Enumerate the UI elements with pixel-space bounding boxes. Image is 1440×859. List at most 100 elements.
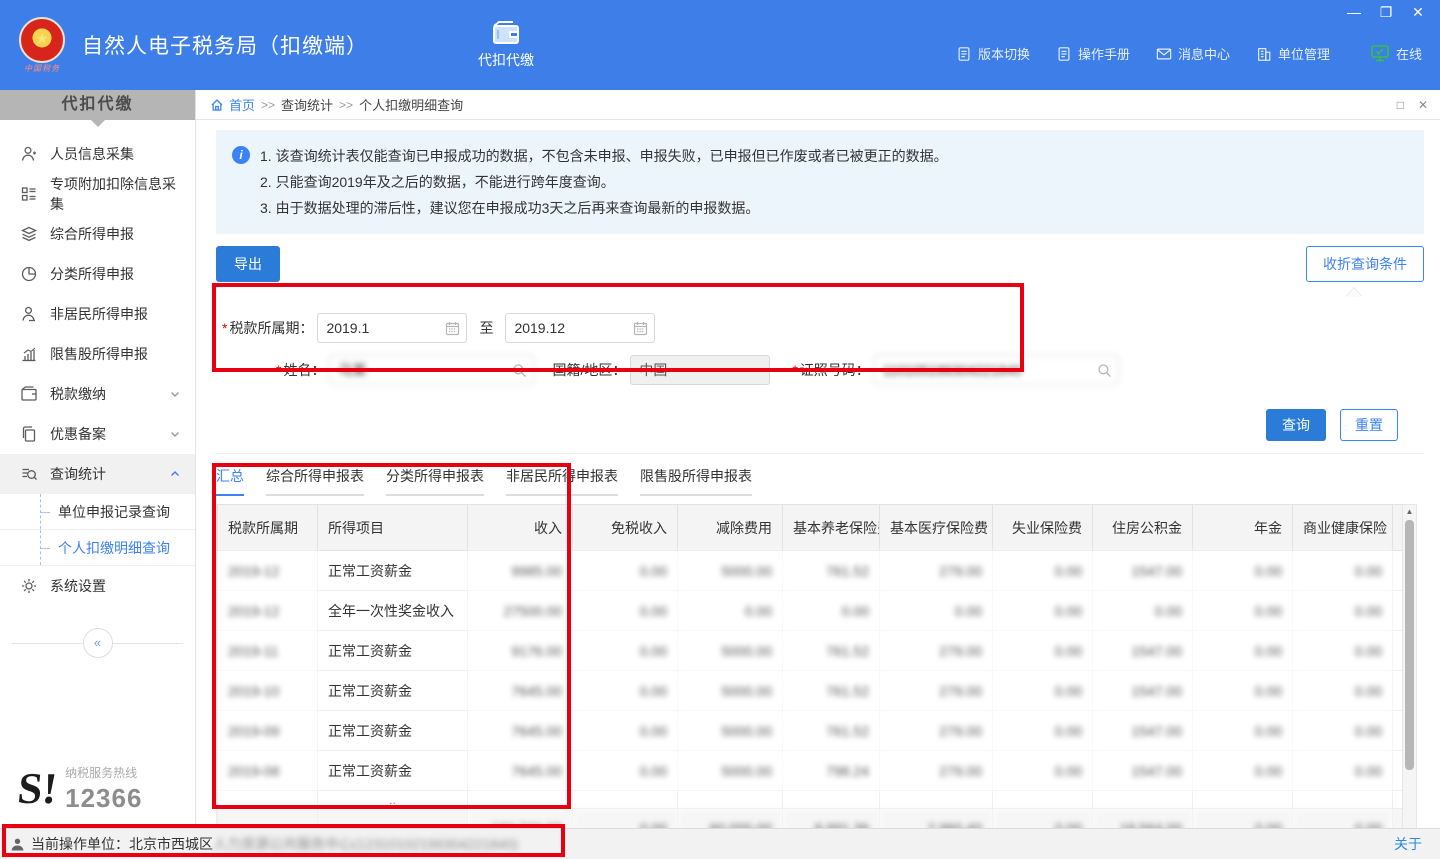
monitor-check-icon bbox=[1371, 45, 1389, 62]
person-icon bbox=[20, 145, 38, 163]
document-icon bbox=[1056, 46, 1072, 62]
hotline-label: 纳税服务热线 bbox=[65, 764, 142, 781]
cell-value-6: 1547.00 bbox=[1093, 751, 1193, 791]
top-menu-item-3[interactable]: 单位管理 bbox=[1256, 44, 1330, 63]
collapse-caret bbox=[1346, 280, 1362, 297]
cell-value-1: 0.00 bbox=[573, 591, 678, 631]
notice-box: i 1. 该查询统计表仅能查询已申报成功的数据，不包含未申报、申报失败，已申报但… bbox=[216, 130, 1424, 234]
cell-value-4: 279.00 bbox=[880, 751, 993, 791]
period-start-input[interactable] bbox=[317, 313, 467, 343]
cell-value-3: 761.52 bbox=[783, 631, 880, 671]
id-number-input[interactable] bbox=[874, 355, 1119, 385]
sidebar-subitem-1[interactable]: 个人扣缴明细查询 bbox=[0, 530, 195, 566]
notice-line: 2. 只能查询2019年及之后的数据，不能进行跨年度查询。 bbox=[260, 169, 948, 195]
sidebar-item-5[interactable]: 限售股所得申报 bbox=[0, 334, 195, 374]
sidebar-item-4[interactable]: 非居民所得申报 bbox=[0, 294, 195, 334]
export-button[interactable]: 导出 bbox=[216, 246, 280, 282]
column-header-0: 税款所属期 bbox=[218, 505, 318, 551]
minimize-button[interactable]: — bbox=[1346, 4, 1362, 21]
cell-value-9 bbox=[1393, 551, 1403, 591]
panel-restore-button[interactable]: □ bbox=[1397, 98, 1404, 112]
top-menu-item-2[interactable]: 消息中心 bbox=[1156, 44, 1230, 63]
tab-2[interactable]: 分类所得申报表 bbox=[386, 466, 484, 496]
cell-value-4: 279.00 bbox=[880, 631, 993, 671]
breadcrumb-item-query-stats[interactable]: 查询统计 bbox=[281, 95, 333, 114]
close-button[interactable]: ✕ bbox=[1410, 4, 1426, 21]
sidebar-subitem-0[interactable]: 单位申报记录查询 bbox=[0, 494, 195, 530]
total-period: -- bbox=[218, 809, 318, 829]
sidebar-item-8[interactable]: 查询统计 bbox=[0, 454, 195, 494]
cell-empty bbox=[1293, 791, 1393, 809]
cell-value-2: 5000.00 bbox=[678, 551, 783, 591]
sidebar-header: 代扣代缴 bbox=[0, 90, 195, 120]
period-end-input[interactable] bbox=[505, 313, 655, 343]
tab-4[interactable]: 限售股所得申报表 bbox=[640, 466, 752, 496]
home-icon bbox=[210, 98, 224, 112]
breadcrumb-home[interactable]: 首页 bbox=[229, 95, 255, 114]
sidebar-item-9[interactable]: 系统设置 bbox=[0, 566, 195, 606]
national-emblem-icon bbox=[19, 17, 65, 63]
result-tabs: 汇总综合所得申报表分类所得申报表非居民所得申报表限售股所得申报表 bbox=[216, 466, 1424, 496]
name-input[interactable] bbox=[329, 355, 534, 385]
sidebar-item-1[interactable]: 专项附加扣除信息采集 bbox=[0, 174, 195, 214]
column-header-3: 免税收入 bbox=[573, 505, 678, 551]
sidebar-item-2[interactable]: 综合所得申报 bbox=[0, 214, 195, 254]
about-link[interactable]: 关于 bbox=[1394, 834, 1422, 854]
restore-button[interactable]: ❐ bbox=[1378, 4, 1394, 21]
vertical-scrollbar[interactable]: ▲ ▼ bbox=[1402, 504, 1417, 828]
cell-value-1: 0.00 bbox=[573, 551, 678, 591]
toolbar: 导出 收折查询条件 bbox=[216, 246, 1424, 282]
current-unit-visible: 北京市西城区 bbox=[129, 834, 213, 854]
current-unit-label: 当前操作单位： bbox=[31, 834, 129, 854]
column-header-10: 商业健康保险 bbox=[1293, 505, 1393, 551]
tab-1[interactable]: 综合所得申报表 bbox=[266, 466, 364, 496]
table-row: 2019-12全年一次性奖金收入27500.000.000.000.000.00… bbox=[218, 591, 1403, 631]
document-icon bbox=[956, 46, 972, 62]
column-header-2: 收入 bbox=[468, 505, 573, 551]
gear-icon bbox=[20, 577, 38, 595]
cell-value-3: 798.24 bbox=[783, 751, 880, 791]
cell-income-item: 正常工资薪金 bbox=[318, 711, 468, 751]
sidebar-collapse-button[interactable]: « bbox=[83, 628, 113, 658]
module-tab-withholding[interactable]: 代扣代缴 bbox=[478, 20, 534, 70]
cell-value-0: 7645.00 bbox=[468, 671, 573, 711]
notice-line: 1. 该查询统计表仅能查询已申报成功的数据，不包含未申报、申报失败，已申报但已作… bbox=[260, 143, 948, 169]
query-form: *税款所属期： 至 *姓名： bbox=[216, 299, 1424, 407]
tab-0[interactable]: 汇总 bbox=[216, 466, 244, 496]
sidebar-item-0[interactable]: 人员信息采集 bbox=[0, 134, 195, 174]
total-value-0: 161,741.00 bbox=[468, 809, 573, 829]
cell-value-2: 5000.00 bbox=[678, 671, 783, 711]
cell-value-5: 0.00 bbox=[993, 591, 1093, 631]
notice-line: 3. 由于数据处理的滞后性，建议您在申报成功3天之后再来查询最新的申报数据。 bbox=[260, 195, 948, 221]
scroll-up-arrow[interactable]: ▲ bbox=[1406, 505, 1414, 519]
total-item: -- bbox=[318, 809, 468, 829]
collapse-query-button[interactable]: 收折查询条件 bbox=[1306, 246, 1424, 282]
sidebar-item-7[interactable]: 优惠备案 bbox=[0, 414, 195, 454]
cell-empty bbox=[1193, 791, 1293, 809]
cell-value-4: 279.00 bbox=[880, 551, 993, 591]
cell-value-8: 0.00 bbox=[1293, 671, 1393, 711]
top-menu: 版本切换 操作手册 消息中心 单位管理 bbox=[956, 44, 1330, 63]
reset-button[interactable]: 重置 bbox=[1340, 409, 1398, 441]
table-row: 2019-10正常工资薪金7645.000.005000.00761.52279… bbox=[218, 671, 1403, 711]
cell-value-8: 0.00 bbox=[1293, 751, 1393, 791]
cell-value-7: 0.00 bbox=[1193, 591, 1293, 631]
top-menu-item-1[interactable]: 操作手册 bbox=[1056, 44, 1130, 63]
wallet-icon bbox=[20, 385, 38, 403]
hotline-logo: S! 纳税服务热线 12366 bbox=[18, 764, 142, 814]
id-number-label: 证照号码： bbox=[800, 362, 870, 378]
cell-value-0: 27500.00 bbox=[468, 591, 573, 631]
chevron-up-icon bbox=[169, 468, 181, 480]
cell-value-2: 5000.00 bbox=[678, 631, 783, 671]
top-menu-item-0[interactable]: 版本切换 bbox=[956, 44, 1030, 63]
query-button[interactable]: 查询 bbox=[1266, 409, 1326, 441]
sidebar-item-3[interactable]: 分类所得申报 bbox=[0, 254, 195, 294]
cell-value-7: 0.00 bbox=[1193, 671, 1293, 711]
cell-income-item: 全年一次性奖金收入 bbox=[318, 591, 468, 631]
tab-3[interactable]: 非居民所得申报表 bbox=[506, 466, 618, 496]
vertical-scroll-thumb[interactable] bbox=[1405, 520, 1414, 770]
sidebar-item-6[interactable]: 税款缴纳 bbox=[0, 374, 195, 414]
search-list-icon bbox=[20, 465, 38, 483]
panel-close-button[interactable]: ✕ bbox=[1418, 98, 1428, 112]
total-value-2: 60,000.00 bbox=[678, 809, 783, 829]
